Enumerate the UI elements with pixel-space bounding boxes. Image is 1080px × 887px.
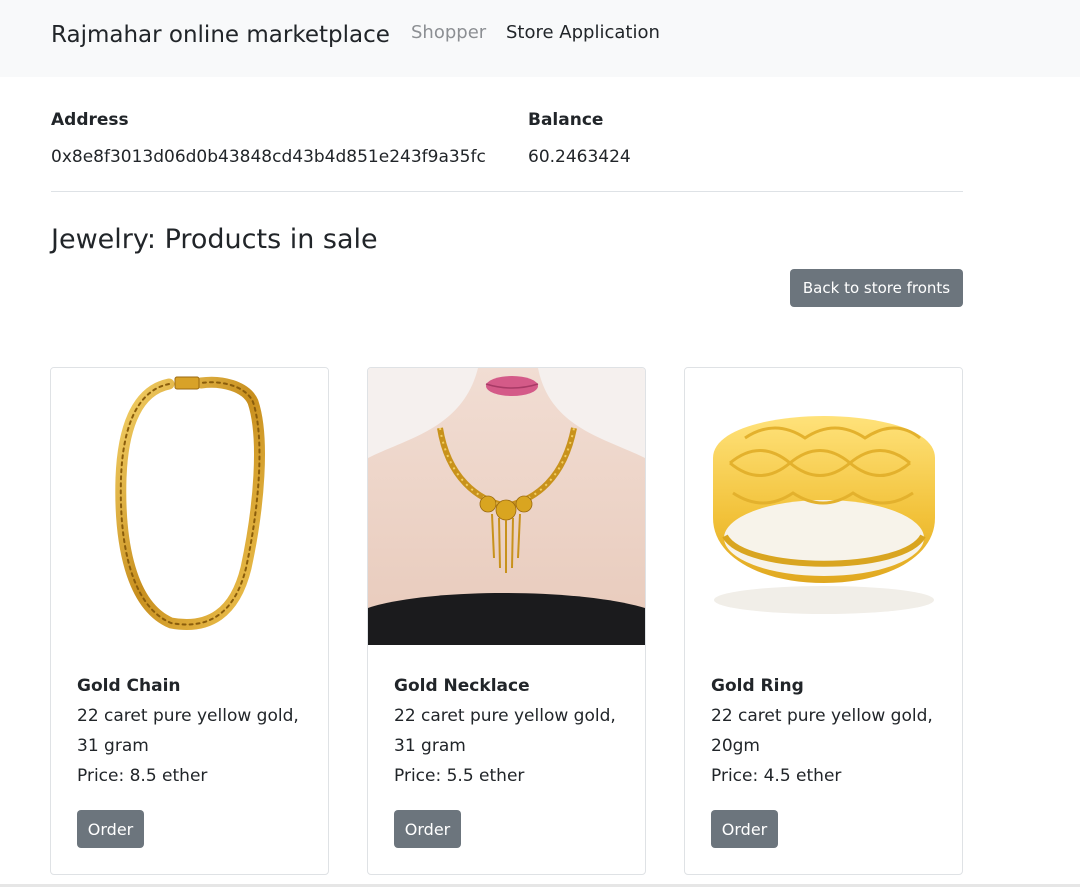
product-name: Gold Necklace (394, 676, 530, 696)
product-card-body: Gold Ring 22 caret pure yellow gold, 20g… (711, 675, 946, 791)
nav-link-store-application[interactable]: Store Application (506, 22, 660, 43)
product-description: 22 caret pure yellow gold, 31 gram (394, 706, 616, 756)
page-title: Jewelry: Products in sale (51, 224, 378, 255)
product-price: Price: 8.5 ether (77, 766, 208, 786)
product-card: Gold Chain 22 caret pure yellow gold, 31… (50, 367, 329, 875)
balance-value: 60.2463424 (528, 147, 631, 167)
product-card: Gold Necklace 22 caret pure yellow gold,… (367, 367, 646, 875)
gold-necklace-image (368, 368, 645, 645)
order-button[interactable]: Order (394, 810, 461, 848)
product-description: 22 caret pure yellow gold, 31 gram (77, 706, 299, 756)
brand-link[interactable]: Rajmahar online marketplace (51, 22, 390, 48)
divider (51, 191, 963, 192)
navbar: Rajmahar online marketplace Shopper Stor… (0, 0, 1080, 77)
balance-label: Balance (528, 110, 604, 130)
product-card-body: Gold Chain 22 caret pure yellow gold, 31… (77, 675, 312, 791)
product-card: Gold Ring 22 caret pure yellow gold, 20g… (684, 367, 963, 875)
order-button[interactable]: Order (77, 810, 144, 848)
product-card-body: Gold Necklace 22 caret pure yellow gold,… (394, 675, 629, 791)
product-price: Price: 5.5 ether (394, 766, 525, 786)
address-value: 0x8e8f3013d06d0b43848cd43b4d851e243f9a35… (51, 147, 486, 167)
product-name: Gold Ring (711, 676, 804, 696)
product-description: 22 caret pure yellow gold, 20gm (711, 706, 933, 756)
address-label: Address (51, 110, 129, 130)
nav-link-shopper[interactable]: Shopper (411, 22, 486, 43)
gold-chain-image (51, 368, 328, 645)
back-to-store-fronts-button[interactable]: Back to store fronts (790, 269, 963, 307)
product-name: Gold Chain (77, 676, 181, 696)
product-price: Price: 4.5 ether (711, 766, 842, 786)
order-button[interactable]: Order (711, 810, 778, 848)
gold-ring-image (685, 368, 962, 645)
